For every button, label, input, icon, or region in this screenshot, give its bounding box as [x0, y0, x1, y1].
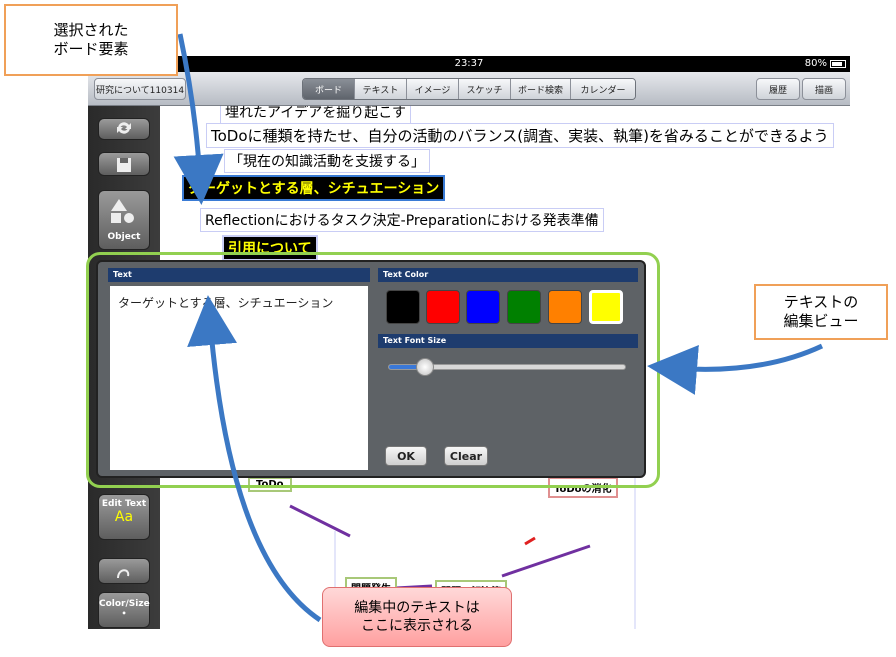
callout-selected-element: 選択された ボード要素	[4, 4, 178, 76]
callout-text-shown-here: 編集中のテキストは ここに表示される	[322, 587, 512, 647]
callout-edit-view: テキストの 編集ビュー	[754, 284, 888, 340]
